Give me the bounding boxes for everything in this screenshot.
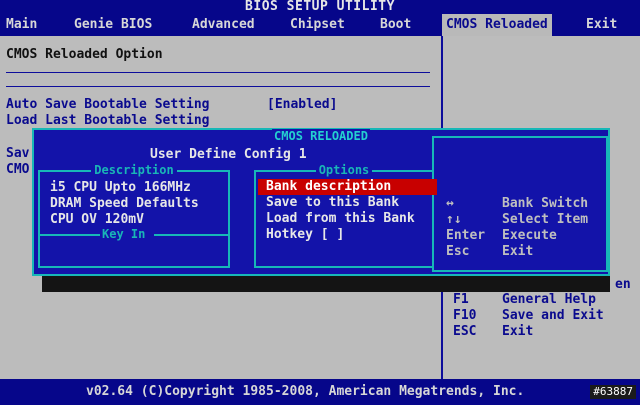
description-line-3: CPU OV 120mV <box>50 212 144 227</box>
auto-save-setting-label[interactable]: Auto Save Bootable Setting <box>6 97 210 112</box>
option-bank-description[interactable]: Bank description <box>258 179 437 195</box>
help-desc-f10: Save and Exit <box>502 308 604 323</box>
section-rule <box>6 72 430 73</box>
description-line-1: i5 CPU Upto 166MHz <box>50 180 191 195</box>
options-title: Options <box>315 163 373 177</box>
tab-main[interactable]: Main <box>6 14 37 36</box>
help-desc-select-item: Select Item <box>502 212 589 227</box>
bios-screen: BIOS SETUP UTILITY Main Genie BIOS Advan… <box>0 0 640 405</box>
help-key-arrows-ud: ↑↓ <box>446 212 462 227</box>
keyin-rule-right <box>154 234 228 236</box>
options-title-wrap: Options <box>256 163 432 177</box>
help-desc-bank-switch: Bank Switch <box>502 196 589 211</box>
tab-exit[interactable]: Exit <box>586 14 617 36</box>
tab-boot[interactable]: Boot <box>380 14 411 36</box>
description-line-2: DRAM Speed Defaults <box>50 196 199 211</box>
partial-help-text: en <box>615 277 631 292</box>
description-title: Description <box>91 163 177 177</box>
auto-save-setting-value[interactable]: [Enabled] <box>267 97 337 112</box>
help-desc-exit-dialog: Exit <box>502 244 534 259</box>
help-key-esc-dialog: Esc <box>446 244 470 259</box>
tab-advanced[interactable]: Advanced <box>192 14 255 36</box>
tab-chipset[interactable]: Chipset <box>290 14 345 36</box>
option-hotkey[interactable]: Hotkey [ ] <box>258 227 437 243</box>
key-in-title: Key In <box>102 227 146 241</box>
help-desc-esc: Exit <box>502 324 534 339</box>
tab-cmos-reloaded[interactable]: CMOS Reloaded <box>442 14 552 36</box>
copyright-text: v02.64 (C)Copyright 1985-2008, American … <box>86 384 525 399</box>
dialog-title: CMOS RELOADED <box>272 129 370 143</box>
help-key-f1: F1 <box>453 292 469 307</box>
section-rule-2 <box>6 86 430 87</box>
option-load-from-bank[interactable]: Load from this Bank <box>258 211 437 227</box>
option-save-to-bank[interactable]: Save to this Bank <box>258 195 437 211</box>
help-desc-execute: Execute <box>502 228 557 243</box>
dialog-subtitle: User Define Config 1 <box>150 147 307 162</box>
partial-menu-item[interactable]: Sav <box>6 146 29 161</box>
load-last-setting-label[interactable]: Load Last Bootable Setting <box>6 113 210 128</box>
keyin-rule-left <box>40 234 100 236</box>
help-key-enter: Enter <box>446 228 486 243</box>
partial-menu-item-2[interactable]: CMO <box>6 162 29 177</box>
help-desc-f1: General Help <box>502 292 596 307</box>
description-title-wrap: Description <box>40 163 228 177</box>
footer-bar: v02.64 (C)Copyright 1985-2008, American … <box>0 379 640 405</box>
help-key-esc: ESC <box>453 324 477 339</box>
bios-title: BIOS SETUP UTILITY <box>0 0 640 14</box>
help-key-arrows-lr: ↔ <box>446 196 454 211</box>
watermark-tag: #63887 <box>590 385 636 399</box>
help-key-f10: F10 <box>453 308 477 323</box>
menu-tabs: Main Genie BIOS Advanced Chipset Boot CM… <box>0 14 640 36</box>
tab-genie-bios[interactable]: Genie BIOS <box>74 14 152 36</box>
section-title: CMOS Reloaded Option <box>6 47 163 62</box>
